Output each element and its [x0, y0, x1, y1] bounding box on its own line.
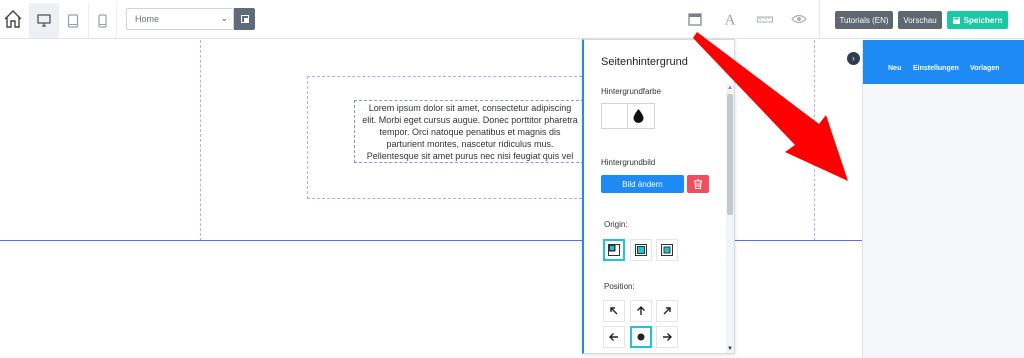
save-label: Speichern — [963, 15, 1003, 25]
position-right-option[interactable] — [656, 326, 678, 348]
page-settings-icon — [240, 15, 249, 23]
page-select-value: Home — [135, 14, 160, 24]
scroll-up-arrow-icon[interactable]: ▲ — [727, 85, 733, 91]
chevron-right-icon: › — [852, 54, 855, 63]
center-dot-icon — [637, 333, 645, 341]
lorem-text: Lorem ipsum dolor sit amet, consectetur … — [362, 103, 578, 161]
page-select[interactable]: Home ⌄ — [126, 8, 234, 30]
typography-button[interactable]: A — [720, 9, 740, 29]
section-guide-right — [814, 40, 815, 241]
desktop-icon — [37, 14, 51, 27]
page-background-panel: Seitenhintergrund Hintergrundfarbe Hinte… — [582, 39, 735, 354]
home-icon — [4, 10, 21, 28]
save-button[interactable]: Speichern — [947, 11, 1008, 29]
position-top-option[interactable] — [630, 300, 652, 322]
tablet-icon — [67, 13, 79, 28]
mobile-view-button[interactable] — [88, 3, 117, 38]
change-image-button[interactable]: Bild ändern — [601, 175, 684, 193]
arrow-up-right-icon — [663, 307, 671, 315]
mobile-icon — [98, 13, 107, 28]
eye-icon — [791, 14, 807, 24]
color-picker-divider — [627, 104, 628, 128]
bg-color-label: Hintergrundfarbe — [601, 87, 662, 96]
chevron-down-icon: ⌄ — [220, 13, 228, 23]
tab-vorlagen[interactable]: Vorlagen — [970, 65, 999, 72]
window-icon — [688, 12, 702, 26]
arrow-up-icon — [637, 306, 645, 315]
arrow-up-left-icon — [610, 307, 618, 315]
position-top-right-option[interactable] — [656, 300, 678, 322]
right-sidebar: Neu Einstellungen Vorlagen — [862, 40, 1024, 358]
page-builder-app: Home ⌄ A Tutorials (EN) Vorschau Speiche… — [0, 0, 1024, 358]
origin-border-icon — [608, 244, 620, 256]
scrollbar-thumb[interactable] — [727, 94, 733, 215]
tablet-view-button[interactable] — [58, 3, 87, 38]
ruler-icon — [757, 16, 773, 23]
page-settings-button[interactable] — [234, 8, 255, 30]
svg-text:A: A — [725, 13, 736, 27]
arrow-left-icon — [609, 333, 618, 341]
text-block[interactable]: Lorem ipsum dolor sit amet, consectetur … — [354, 100, 584, 163]
font-icon: A — [725, 13, 736, 27]
trash-icon — [694, 179, 702, 189]
desktop-view-button[interactable] — [29, 3, 58, 38]
preview-button[interactable]: Vorschau — [898, 11, 942, 29]
ruler-button[interactable] — [755, 9, 775, 29]
position-top-left-option[interactable] — [603, 300, 625, 322]
panel-scrollbar[interactable]: ▲ ▼ — [726, 84, 734, 353]
origin-content-box-option[interactable] — [656, 239, 678, 261]
scroll-down-arrow-icon[interactable]: ▼ — [727, 346, 733, 352]
arrow-right-icon — [663, 333, 672, 341]
origin-padding-icon — [635, 244, 647, 256]
origin-content-icon — [661, 244, 673, 256]
color-swatch[interactable] — [602, 104, 627, 128]
bg-image-label: Hintergrundbild — [601, 158, 656, 167]
sidebar-header: Neu Einstellungen Vorlagen — [863, 40, 1024, 84]
tutorials-button[interactable]: Tutorials (EN) — [835, 11, 893, 29]
delete-image-button[interactable] — [687, 175, 709, 193]
top-toolbar: Home ⌄ A Tutorials (EN) Vorschau Speiche… — [0, 0, 1024, 39]
origin-padding-box-option[interactable] — [630, 239, 652, 261]
home-button[interactable] — [0, 3, 25, 35]
page-background-button[interactable] — [685, 9, 705, 29]
floppy-disk-icon — [952, 16, 960, 24]
tab-einstellungen[interactable]: Einstellungen — [913, 65, 959, 72]
sidebar-toggle-button[interactable]: › — [847, 52, 860, 65]
position-center-option[interactable] — [630, 326, 652, 348]
position-label: Position: — [604, 282, 635, 291]
origin-label: Origin: — [604, 220, 628, 229]
section-guide-left — [200, 40, 201, 241]
preview-eye-button[interactable] — [789, 9, 809, 29]
panel-title: Seitenhintergrund — [601, 56, 688, 68]
tab-neu[interactable]: Neu — [888, 65, 901, 72]
toolbar-divider — [819, 0, 820, 39]
origin-border-box-option[interactable] — [603, 239, 625, 261]
bg-color-picker[interactable] — [601, 103, 655, 129]
droplet-icon[interactable] — [633, 109, 644, 123]
position-left-option[interactable] — [603, 326, 625, 348]
